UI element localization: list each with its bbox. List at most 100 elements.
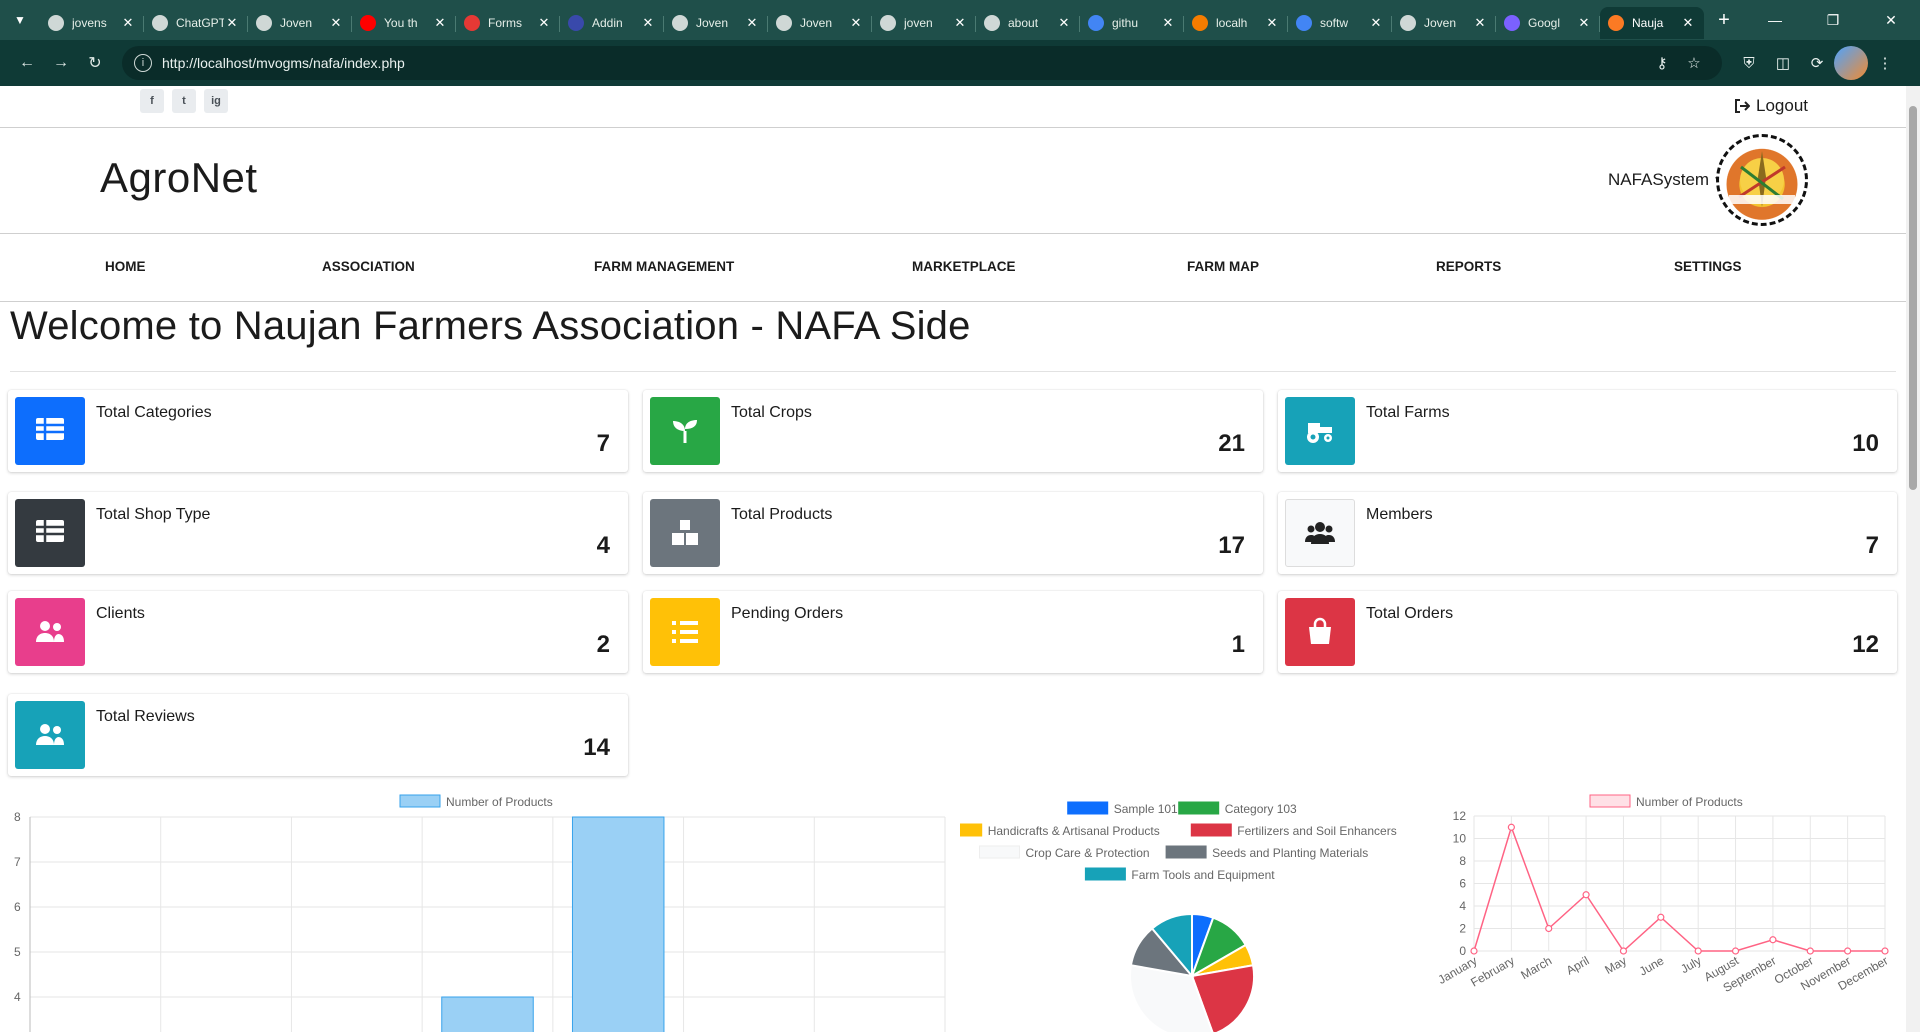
- bar: [441, 996, 534, 1032]
- tab-label: joven: [904, 16, 933, 30]
- stat-card[interactable]: Members 7: [1278, 492, 1897, 574]
- close-window-icon[interactable]: ✕: [1862, 0, 1920, 40]
- tab-label: Joven: [800, 16, 833, 30]
- tab-close-icon[interactable]: ✕: [1472, 15, 1488, 31]
- y-tick-label: 10: [1453, 832, 1467, 846]
- tab-close-icon[interactable]: ✕: [1056, 15, 1072, 31]
- stat-card[interactable]: Total Farms 10: [1278, 390, 1897, 472]
- nav-farm-management[interactable]: FARM MANAGEMENT: [594, 259, 734, 274]
- twitter-icon[interactable]: t: [172, 89, 196, 113]
- profile-avatar[interactable]: [1834, 46, 1868, 80]
- nav-farm-map[interactable]: FARM MAP: [1187, 259, 1259, 274]
- stat-card[interactable]: Total Categories 7: [8, 390, 628, 472]
- tab-close-icon[interactable]: ✕: [1264, 15, 1280, 31]
- legend-swatch: [1589, 794, 1631, 808]
- tab-close-icon[interactable]: ✕: [1576, 15, 1592, 31]
- stat-card[interactable]: Total Products 17: [643, 492, 1263, 574]
- password-key-icon[interactable]: ⚷: [1646, 54, 1678, 72]
- browser-tab[interactable]: githu ✕: [1080, 7, 1184, 39]
- address-bar[interactable]: i http://localhost/mvogms/nafa/index.php…: [122, 46, 1722, 80]
- stat-card[interactable]: Total Shop Type 4: [8, 492, 628, 574]
- facebook-icon[interactable]: f: [140, 89, 164, 113]
- tab-close-icon[interactable]: ✕: [432, 15, 448, 31]
- stat-card[interactable]: Clients 2: [8, 591, 628, 673]
- tab-close-icon[interactable]: ✕: [952, 15, 968, 31]
- url-text[interactable]: http://localhost/mvogms/nafa/index.php: [162, 55, 1646, 71]
- nav-association[interactable]: ASSOCIATION: [322, 259, 415, 274]
- browser-tab[interactable]: softw ✕: [1288, 7, 1392, 39]
- new-tab-button[interactable]: +: [1708, 4, 1740, 36]
- tab-close-icon[interactable]: ✕: [640, 15, 656, 31]
- sync-icon[interactable]: ⟳: [1800, 46, 1834, 80]
- legend-swatch: [399, 794, 441, 808]
- browser-tab[interactable]: Joven ✕: [248, 7, 352, 39]
- menu-kebab-icon[interactable]: ⋮: [1868, 46, 1902, 80]
- tab-close-icon[interactable]: ✕: [328, 15, 344, 31]
- nav-marketplace[interactable]: MARKETPLACE: [912, 259, 1016, 274]
- stat-card[interactable]: Total Reviews 14: [8, 694, 628, 776]
- nav-reports[interactable]: REPORTS: [1436, 259, 1501, 274]
- restore-icon[interactable]: ❐: [1804, 0, 1862, 40]
- stat-card[interactable]: Pending Orders 1: [643, 591, 1263, 673]
- tab-close-icon[interactable]: ✕: [744, 15, 760, 31]
- browser-tab[interactable]: Joven ✕: [664, 7, 768, 39]
- legend-label: Number of Products: [1636, 795, 1743, 809]
- brand-title[interactable]: AgroNet: [100, 154, 258, 202]
- scrollbar-thumb[interactable]: [1909, 106, 1917, 490]
- browser-tab[interactable]: Joven ✕: [768, 7, 872, 39]
- reload-icon[interactable]: ↻: [78, 46, 112, 80]
- browser-tab[interactable]: joven ✕: [872, 7, 976, 39]
- tab-close-icon[interactable]: ✕: [848, 15, 864, 31]
- nav-settings[interactable]: SETTINGS: [1674, 259, 1742, 274]
- legend-label: Crop Care & Protection: [1026, 846, 1150, 860]
- tab-close-icon[interactable]: ✕: [1160, 15, 1176, 31]
- logout-link[interactable]: Logout: [1734, 96, 1808, 116]
- forward-icon[interactable]: →: [44, 46, 78, 80]
- x-tick-label: March: [1518, 953, 1554, 982]
- shield-extension-icon[interactable]: ⛨: [1732, 46, 1766, 80]
- table-icon: [15, 499, 85, 567]
- bar-chart: Number of Products 4 5 6 7 8: [14, 794, 946, 1032]
- extensions-area: ⛨ ◫ ⟳ ⋮: [1732, 46, 1902, 80]
- tab-close-icon[interactable]: ✕: [224, 15, 240, 31]
- legend-label: Farm Tools and Equipment: [1131, 868, 1275, 882]
- minimize-icon[interactable]: —: [1746, 0, 1804, 40]
- data-point: [1545, 924, 1553, 933]
- site-info-icon[interactable]: i: [134, 54, 152, 72]
- tab-favicon-icon: [152, 15, 168, 31]
- browser-tab[interactable]: about ✕: [976, 7, 1080, 39]
- browser-tab[interactable]: localh ✕: [1184, 7, 1288, 39]
- page-scrollbar[interactable]: [1906, 86, 1920, 1032]
- stat-card[interactable]: Total Orders 12: [1278, 591, 1897, 673]
- tab-close-icon[interactable]: ✕: [120, 15, 136, 31]
- tab-favicon-icon: [464, 15, 480, 31]
- tab-search-icon[interactable]: ▼: [8, 8, 32, 32]
- top-strip: f t ig Logout: [0, 86, 1906, 128]
- tab-favicon-icon: [48, 15, 64, 31]
- legend-swatch: [1084, 867, 1126, 881]
- tab-close-icon[interactable]: ✕: [1368, 15, 1384, 31]
- browser-tab[interactable]: Googl ✕: [1496, 7, 1600, 39]
- browser-tab[interactable]: You th ✕: [352, 7, 456, 39]
- tab-close-icon[interactable]: ✕: [1680, 15, 1696, 31]
- data-point: [1806, 947, 1814, 955]
- instagram-icon[interactable]: ig: [204, 89, 228, 113]
- browser-tab[interactable]: Addin ✕: [560, 7, 664, 39]
- browser-tab[interactable]: ChatGPT ✕: [144, 7, 248, 39]
- browser-tab[interactable]: Forms ✕: [456, 7, 560, 39]
- browser-tab[interactable]: Joven ✕: [1392, 7, 1496, 39]
- bookmark-star-icon[interactable]: ☆: [1678, 54, 1710, 72]
- nav-home[interactable]: HOME: [105, 259, 146, 274]
- tab-favicon-icon: [256, 15, 272, 31]
- shopping-bag-icon: [1285, 598, 1355, 666]
- browser-tab[interactable]: jovens ✕: [40, 7, 144, 39]
- page-viewport: ftig Logout AgroNet NAFASystem ▼ ✓ HOME A…: [0, 86, 1906, 1032]
- back-icon[interactable]: ←: [10, 46, 44, 80]
- tab-close-icon[interactable]: ✕: [536, 15, 552, 31]
- stat-card[interactable]: Total Crops 21: [643, 390, 1263, 472]
- browser-tab[interactable]: Nauja ✕: [1600, 7, 1704, 39]
- puzzle-extension-icon[interactable]: ◫: [1766, 46, 1800, 80]
- tab-label: about: [1008, 16, 1039, 30]
- list-icon: [650, 598, 720, 666]
- tab-label: Nauja: [1632, 16, 1664, 30]
